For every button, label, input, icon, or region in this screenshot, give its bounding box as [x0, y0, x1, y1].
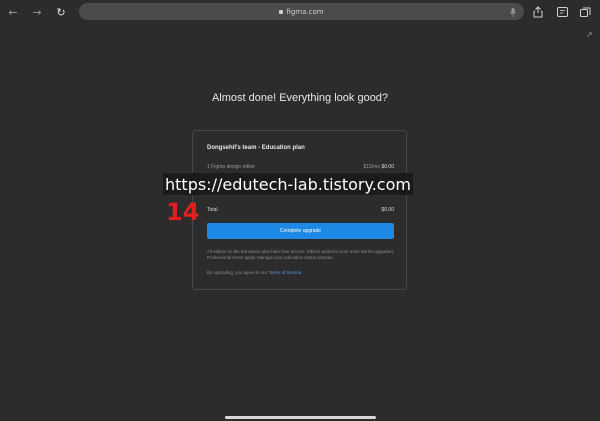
microphone-icon[interactable]: [509, 4, 517, 20]
home-indicator: [225, 416, 376, 419]
url-text: figma.com: [286, 7, 324, 16]
terms-link[interactable]: Terms of Service.: [268, 270, 302, 275]
arrow-left-icon[interactable]: ←: [7, 4, 19, 20]
share-icon[interactable]: [532, 4, 544, 20]
collapse-icon[interactable]: ↗: [586, 30, 593, 39]
plan-title: Dongsehil's team - Education plan: [207, 145, 305, 151]
line-item-label: 1 Figma design editor: [207, 164, 256, 170]
reload-icon[interactable]: ↻: [55, 4, 67, 20]
line-item-unit-price: $15/mo: [363, 164, 381, 170]
complete-upgrade-button[interactable]: Complete upgrade: [207, 223, 394, 239]
terms-note: By upgrading, you agree to our Terms of …: [207, 270, 394, 276]
education-note: All editors on the Education plan have f…: [207, 249, 394, 260]
line-item-price: $0.00: [381, 164, 394, 170]
arrow-right-icon[interactable]: →: [31, 4, 43, 20]
total-value: $0.00: [381, 207, 394, 213]
lock-icon: [279, 9, 284, 14]
reader-icon[interactable]: [556, 4, 568, 20]
upgrade-summary-card: Dongsehil's team - Education plan 1 Figm…: [192, 130, 407, 290]
step-number: 14: [166, 198, 200, 226]
total-label: Total: [207, 207, 218, 213]
watermark-url: https://edutech-lab.tistory.com: [163, 173, 413, 195]
terms-prefix: By upgrading, you agree to our: [207, 270, 268, 275]
page-title: Almost done! Everything look good?: [211, 92, 389, 104]
address-bar[interactable]: figma.com: [79, 3, 524, 20]
line-item: 1 Figma design editor $15/mo $0.00: [207, 164, 394, 170]
tabs-icon[interactable]: [579, 4, 591, 20]
total-row: Total $0.00: [207, 207, 394, 213]
browser-toolbar: ← → ↻ figma.com: [0, 0, 600, 24]
